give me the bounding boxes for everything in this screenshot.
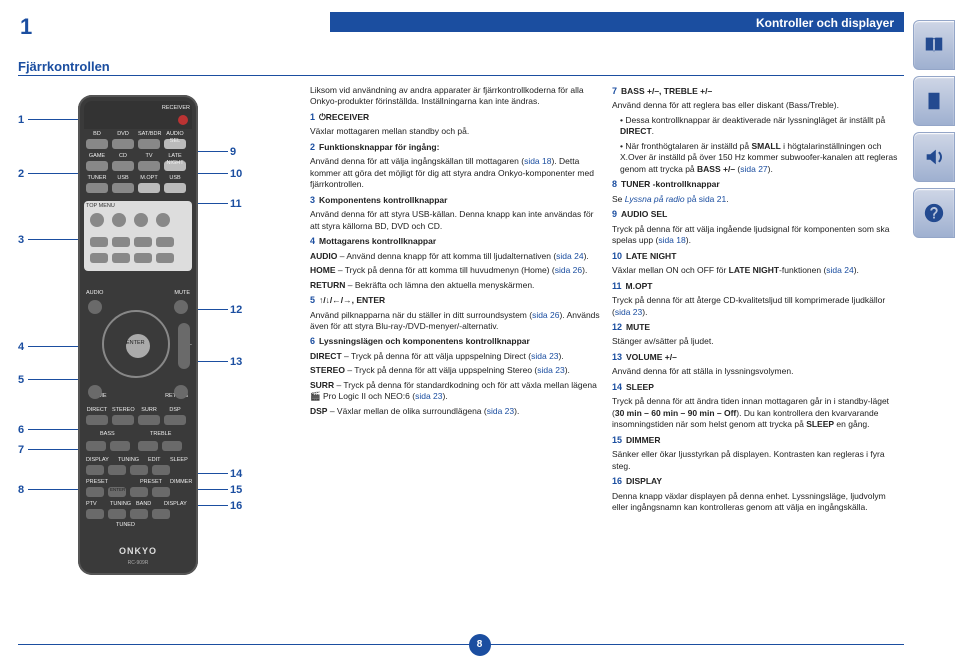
callout-3: 3 xyxy=(18,233,24,248)
page-title: Kontroller och displayer xyxy=(330,12,904,32)
btn-stereo[interactable] xyxy=(112,415,134,425)
btn-mid1[interactable] xyxy=(112,253,130,263)
btn-tuning-dn[interactable] xyxy=(108,509,126,519)
btn-return[interactable] xyxy=(174,385,188,399)
tab-help-icon[interactable] xyxy=(913,188,955,238)
btn-surr[interactable] xyxy=(138,415,160,425)
btn-stop[interactable] xyxy=(134,213,148,227)
btn-play[interactable] xyxy=(112,237,130,247)
receiver-label: RECEIVER xyxy=(162,105,190,112)
btn-ptv[interactable] xyxy=(86,509,104,519)
btn-game[interactable] xyxy=(86,161,108,171)
btn-dsp[interactable] xyxy=(164,415,186,425)
callout-11: 11 xyxy=(230,197,242,212)
side-tabs xyxy=(913,20,959,244)
callout-2: 2 xyxy=(18,167,24,182)
description-column-b: 7BASS +/–, TREBLE +/– Använd denna för a… xyxy=(612,85,902,517)
callout-13: 13 xyxy=(230,355,242,370)
btn-cd[interactable] xyxy=(112,161,134,171)
btn-bd[interactable] xyxy=(86,139,108,149)
btn-sleep[interactable] xyxy=(152,465,170,475)
btn-tv[interactable] xyxy=(138,161,160,171)
btn-display2[interactable] xyxy=(152,509,170,519)
callout-12: 12 xyxy=(230,303,242,318)
btn-mopt[interactable] xyxy=(138,183,160,193)
btn-treble-minus[interactable] xyxy=(138,441,158,451)
footer-rule xyxy=(18,644,904,645)
tab-book-icon[interactable] xyxy=(913,20,955,70)
page-number: 8 xyxy=(469,634,491,656)
tab-sound-icon[interactable] xyxy=(913,132,955,182)
btn-ff1[interactable] xyxy=(134,237,152,247)
btn-skb[interactable] xyxy=(90,253,108,263)
power-button[interactable] xyxy=(178,115,188,125)
btn-direct[interactable] xyxy=(86,415,108,425)
vol-rocker[interactable] xyxy=(178,323,190,369)
btn-preset-r[interactable] xyxy=(130,487,148,497)
callout-7: 7 xyxy=(18,443,24,458)
tab-speaker-icon[interactable] xyxy=(913,76,955,126)
callout-15: 15 xyxy=(230,483,242,498)
btn-tuning-up[interactable] xyxy=(108,465,126,475)
page-indicator-top: 1 xyxy=(20,12,32,42)
btn-skf[interactable] xyxy=(156,253,174,263)
btn-edit[interactable] xyxy=(130,465,148,475)
callout-4: 4 xyxy=(18,340,24,355)
btn-prev[interactable] xyxy=(90,213,104,227)
btn-pause[interactable] xyxy=(112,213,126,227)
callout-1: 1 xyxy=(18,113,24,128)
callout-14: 14 xyxy=(230,467,242,482)
remote-diagram: 1 2 3 4 5 6 7 8 9 10 11 12 13 14 15 16 R… xyxy=(18,85,302,625)
remote-logo: ONKYO xyxy=(78,545,198,557)
btn-usb[interactable] xyxy=(112,183,134,193)
callout-16: 16 xyxy=(230,499,242,514)
callout-5: 5 xyxy=(18,373,24,388)
remote-model: RC-909R xyxy=(78,560,198,567)
callout-10: 10 xyxy=(230,167,242,182)
btn-usb2[interactable] xyxy=(164,183,186,193)
btn-display[interactable] xyxy=(86,465,104,475)
remote-body: RECEIVER BD DVD SAT/BDR AUDIO SEL GAME C… xyxy=(78,95,198,575)
btn-mute[interactable] xyxy=(174,300,188,314)
btn-dimmer[interactable] xyxy=(152,487,170,497)
section-rule xyxy=(18,75,904,76)
btn-bass-plus[interactable] xyxy=(110,441,130,451)
callout-8: 8 xyxy=(18,483,24,498)
description-column-a: Liksom vid användning av andra apparater… xyxy=(310,85,600,420)
btn-band[interactable] xyxy=(130,509,148,519)
btn-preset-l[interactable] xyxy=(86,487,104,497)
btn-tuner[interactable] xyxy=(86,183,108,193)
btn-dvd[interactable] xyxy=(112,139,134,149)
btn-bass-minus[interactable] xyxy=(86,441,106,451)
btn-audio[interactable] xyxy=(88,300,102,314)
section-title: Fjärrkontrollen xyxy=(18,58,110,76)
btn-ff2[interactable] xyxy=(156,237,174,247)
btn-mid2[interactable] xyxy=(134,253,152,263)
btn-treble-plus[interactable] xyxy=(162,441,182,451)
callout-9: 9 xyxy=(230,145,236,160)
btn-next[interactable] xyxy=(156,213,170,227)
btn-satbdr[interactable] xyxy=(138,139,160,149)
callout-6: 6 xyxy=(18,423,24,438)
btn-home[interactable] xyxy=(88,385,102,399)
btn-rew[interactable] xyxy=(90,237,108,247)
